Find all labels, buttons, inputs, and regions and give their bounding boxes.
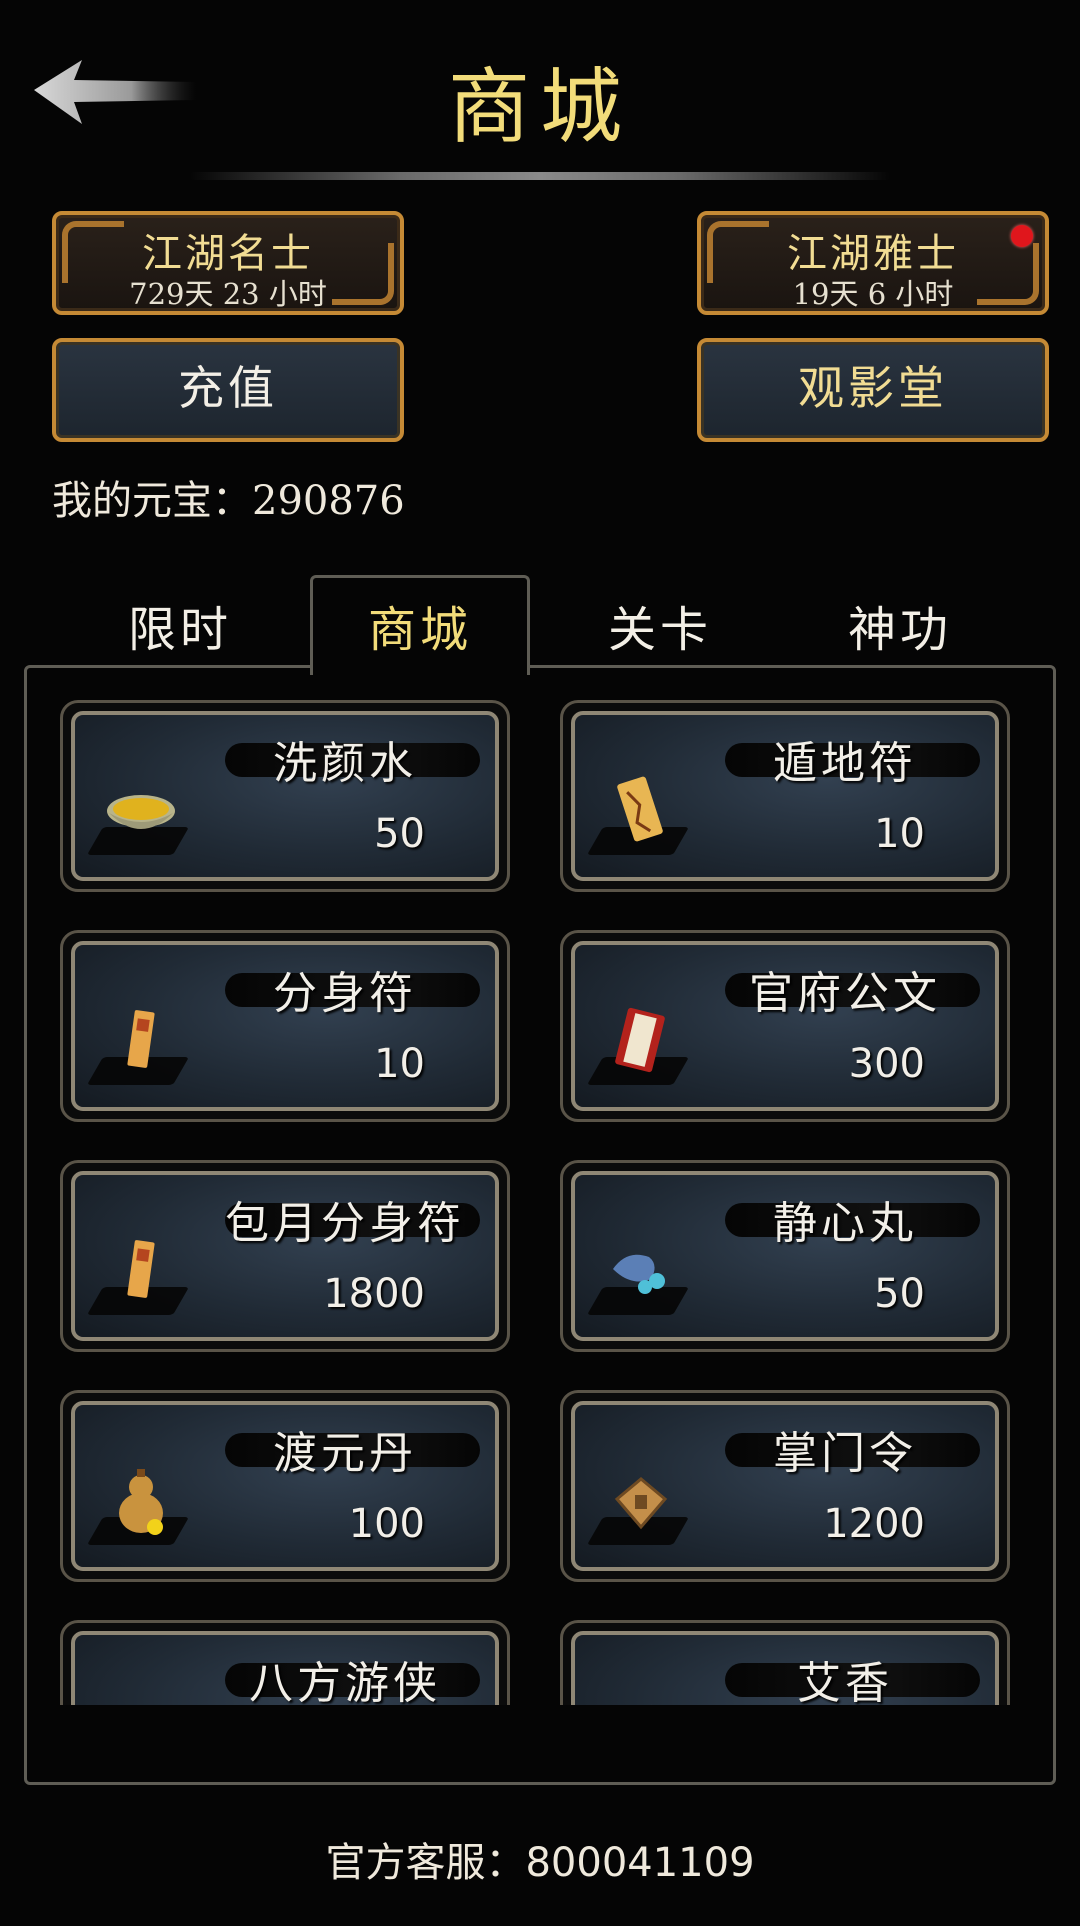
item-name: 艾香 bbox=[797, 1658, 893, 1705]
item-name: 分身符 bbox=[273, 968, 417, 1019]
clone-talisman-icon bbox=[127, 1010, 155, 1068]
official-scroll-icon bbox=[615, 1007, 665, 1073]
title-divider bbox=[190, 172, 890, 180]
page-title: 商城 bbox=[447, 60, 632, 155]
gold-amount: 290876 bbox=[252, 478, 405, 524]
vip-badge-yashi[interactable]: 江湖雅士 19天 6 小时 bbox=[697, 211, 1049, 315]
shop-item[interactable]: 渡元丹 100 bbox=[60, 1390, 510, 1582]
item-name: 洗颜水 bbox=[273, 738, 417, 789]
item-name: 官府公文 bbox=[749, 968, 941, 1019]
tab-skills[interactable]: 神功 bbox=[800, 590, 1000, 660]
item-price: 10 bbox=[874, 811, 925, 857]
shop-item[interactable]: 艾香 bbox=[560, 1620, 1010, 1705]
shop-item[interactable]: 掌门令 1200 bbox=[560, 1390, 1010, 1582]
notification-dot-icon bbox=[1011, 225, 1033, 247]
wanderer-icon bbox=[103, 1683, 181, 1705]
item-name: 掌门令 bbox=[773, 1428, 917, 1479]
item-price: 50 bbox=[874, 1271, 925, 1317]
pill-pouch-icon bbox=[613, 1254, 665, 1294]
service-number: 800041109 bbox=[525, 1840, 755, 1886]
theater-button[interactable]: 观影堂 bbox=[697, 338, 1049, 442]
tab-stages[interactable]: 关卡 bbox=[560, 590, 760, 660]
gold-balance: 我的元宝：290876 bbox=[52, 468, 405, 526]
item-price: 1200 bbox=[823, 1501, 925, 1547]
shop-item[interactable]: 分身符 10 bbox=[60, 930, 510, 1122]
item-name: 遁地符 bbox=[773, 738, 917, 789]
tab-shop[interactable]: 商城 bbox=[320, 590, 520, 660]
gold-label: 我的元宝： bbox=[52, 478, 252, 524]
shop-item-grid[interactable]: 洗颜水 50 遁地符 10 分身符 10 官府公文 300 包月分身符 1800… bbox=[58, 700, 1018, 1705]
item-price: 10 bbox=[374, 1041, 425, 1087]
tea-bowl-icon bbox=[107, 795, 175, 829]
item-price: 100 bbox=[348, 1501, 425, 1547]
vip-badge-mingshi[interactable]: 江湖名士 729天 23 小时 bbox=[52, 211, 404, 315]
shop-item[interactable]: 洗颜水 50 bbox=[60, 700, 510, 892]
shop-item[interactable]: 官府公文 300 bbox=[560, 930, 1010, 1122]
vip-time-remaining: 19天 6 小时 bbox=[792, 277, 954, 311]
shop-item[interactable]: 包月分身符 1800 bbox=[60, 1160, 510, 1352]
service-label: 官方客服： bbox=[325, 1840, 526, 1886]
recharge-button[interactable]: 充值 bbox=[52, 338, 404, 442]
clone-talisman-icon bbox=[127, 1240, 155, 1298]
shop-item[interactable]: 八方游侠 bbox=[60, 1620, 510, 1705]
shop-item[interactable]: 静心丸 50 bbox=[560, 1160, 1010, 1352]
item-name: 静心丸 bbox=[773, 1198, 917, 1249]
item-name: 八方游侠 bbox=[249, 1658, 441, 1705]
tab-limited[interactable]: 限时 bbox=[80, 590, 280, 660]
item-price: 50 bbox=[374, 811, 425, 857]
item-name: 渡元丹 bbox=[273, 1428, 417, 1479]
vip-time-remaining: 729天 23 小时 bbox=[129, 277, 327, 311]
item-price: 1800 bbox=[323, 1271, 425, 1317]
customer-service-info: 官方客服：800041109 bbox=[0, 1830, 1080, 1888]
item-name: 包月分身符 bbox=[225, 1198, 465, 1249]
token-icon bbox=[614, 1477, 668, 1530]
incense-icon bbox=[626, 1704, 658, 1705]
item-price: 300 bbox=[848, 1041, 925, 1087]
talisman-icon bbox=[617, 776, 663, 842]
shop-item[interactable]: 遁地符 10 bbox=[560, 700, 1010, 892]
gourd-icon bbox=[119, 1469, 163, 1535]
